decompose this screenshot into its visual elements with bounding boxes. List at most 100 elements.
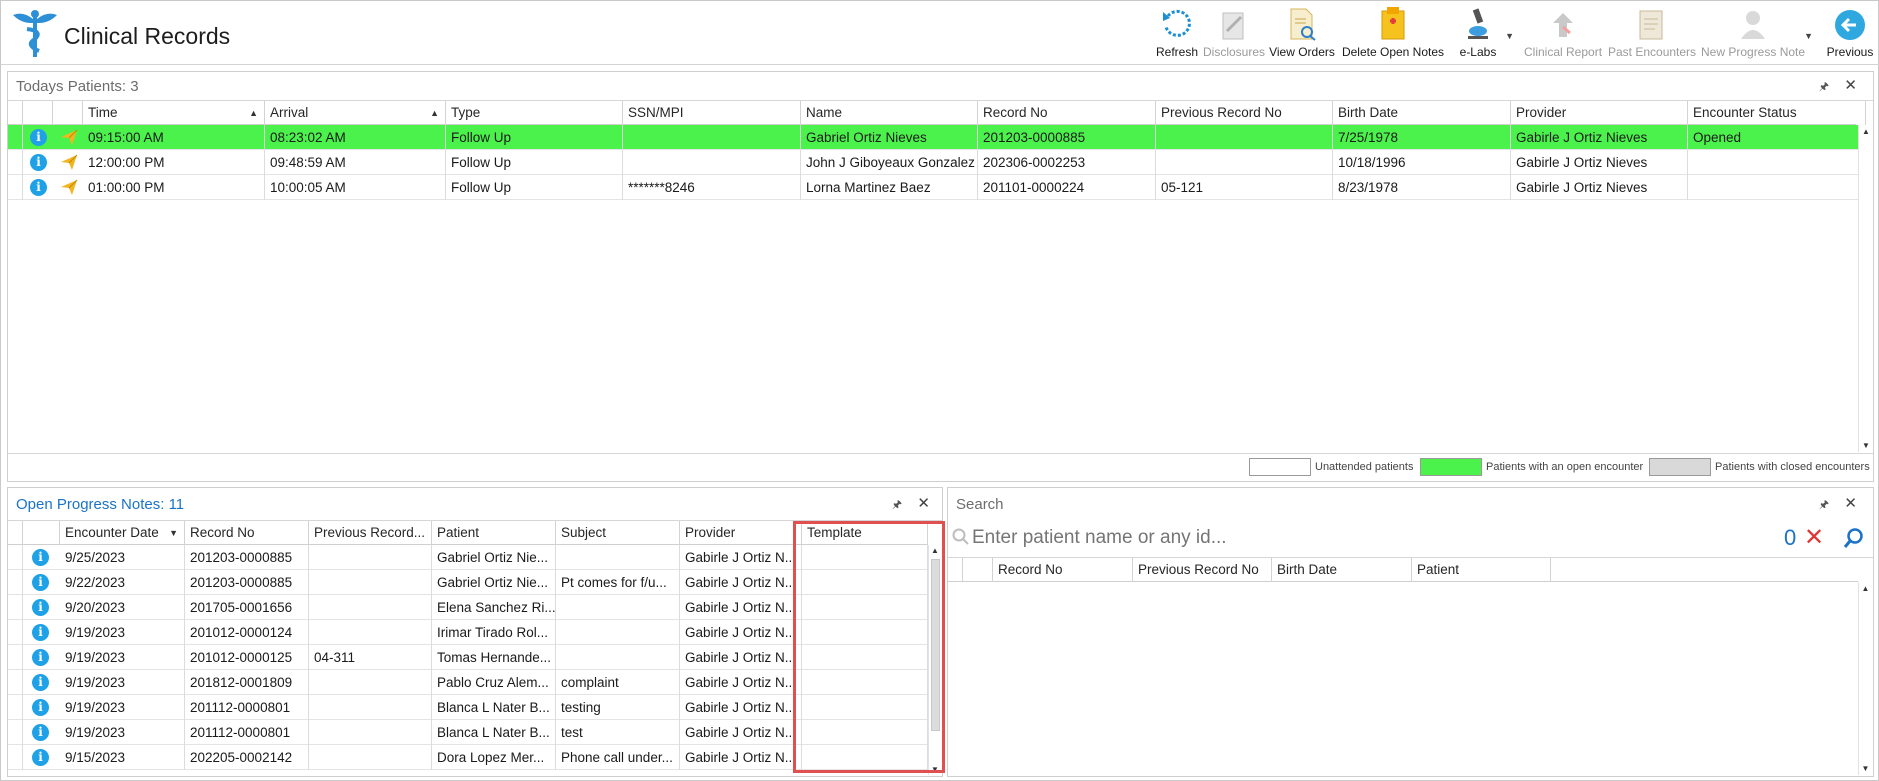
column-header-name[interactable]: Name: [801, 101, 978, 125]
new-progress-note-dropdown-icon[interactable]: ▼: [1804, 31, 1813, 41]
view-orders-button[interactable]: View Orders: [1268, 5, 1336, 61]
column-header-previous-record-no[interactable]: Previous Record No: [1156, 101, 1333, 125]
column-header-subject[interactable]: Subject: [556, 521, 680, 545]
template-column-highlight: [793, 521, 945, 773]
app-title: Clinical Records: [64, 23, 231, 49]
info-icon[interactable]: i: [30, 154, 47, 171]
refresh-button[interactable]: Refresh: [1154, 5, 1200, 61]
column-header-record-no[interactable]: Record No: [185, 521, 309, 545]
column-header-birth-date[interactable]: Birth Date: [1333, 101, 1511, 125]
info-icon[interactable]: i: [30, 129, 47, 146]
column-header-record-no[interactable]: Record No: [993, 558, 1133, 582]
clear-search-icon[interactable]: ✕: [1804, 523, 1824, 552]
info-icon[interactable]: i: [30, 179, 47, 196]
disclosures-icon: [1203, 5, 1263, 41]
view-orders-icon: [1268, 5, 1336, 41]
header-bar: Clinical Records Refresh Disclosures Vie…: [1, 1, 1879, 65]
open-progress-notes-title: Open Progress Notes: 11: [16, 496, 185, 513]
info-icon[interactable]: i: [32, 599, 49, 616]
vertical-scrollbar[interactable]: ▲ ▼: [1858, 582, 1872, 775]
back-arrow-icon: [1824, 5, 1876, 41]
table-row[interactable]: i 9/19/2023 201012-0000125 04-311 Tomas …: [8, 645, 928, 670]
table-row[interactable]: i 9/19/2023 201812-0001809 Pablo Cruz Al…: [8, 670, 928, 695]
scroll-up-icon[interactable]: ▲: [1859, 127, 1873, 136]
search-input[interactable]: [972, 523, 1772, 553]
past-encounters-button[interactable]: Past Encounters: [1608, 5, 1696, 61]
info-icon[interactable]: i: [32, 674, 49, 691]
refresh-icon: [1154, 5, 1200, 41]
sort-descending-icon: ▼: [169, 528, 178, 538]
sort-ascending-icon: ▲: [249, 108, 258, 118]
close-icon[interactable]: ✕: [1844, 494, 1857, 512]
todays-patients-title: Todays Patients: 3: [16, 78, 139, 95]
delete-open-notes-button[interactable]: Delete Open Notes: [1341, 5, 1445, 61]
column-header-provider[interactable]: Provider: [680, 521, 802, 545]
pin-icon[interactable]: 🖈: [1819, 496, 1829, 515]
table-row[interactable]: i 01:00:00 PM 10:00:05 AM Follow Up ****…: [8, 175, 1866, 200]
table-row[interactable]: i 9/25/2023 201203-0000885 Gabriel Ortiz…: [8, 545, 928, 570]
grid-header: Record No Previous Record No Birth Date …: [948, 558, 1858, 582]
column-header-record-no[interactable]: Record No: [978, 101, 1156, 125]
previous-button[interactable]: Previous: [1824, 5, 1876, 61]
column-header-previous-record[interactable]: Previous Record...: [309, 521, 432, 545]
pin-icon[interactable]: 🖈: [1819, 78, 1829, 97]
e-labs-dropdown-icon[interactable]: ▼: [1505, 31, 1514, 41]
info-icon[interactable]: i: [32, 749, 49, 766]
disclosures-label: Disclosures: [1203, 45, 1266, 59]
info-icon[interactable]: i: [32, 699, 49, 716]
search-go-icon[interactable]: [1843, 527, 1865, 552]
column-header-birth-date[interactable]: Birth Date: [1272, 558, 1412, 582]
legend-swatch-closed: [1649, 458, 1711, 476]
past-encounters-icon: [1608, 5, 1694, 41]
info-icon[interactable]: i: [32, 649, 49, 666]
table-row[interactable]: i 9/20/2023 201705-0001656 Elena Sanchez…: [8, 595, 928, 620]
e-labs-button[interactable]: e-Labs ▼: [1456, 5, 1514, 61]
vertical-scrollbar[interactable]: ▲ ▼: [1858, 125, 1873, 452]
new-progress-note-button[interactable]: New Progress Note ▼: [1701, 5, 1813, 61]
grid-header: Encounter Date ▼ Record No Previous Recor…: [8, 521, 928, 545]
view-orders-label: View Orders: [1269, 45, 1335, 59]
column-header-patient[interactable]: Patient: [1412, 558, 1551, 582]
clinical-report-label: Clinical Report: [1524, 45, 1603, 59]
disclosures-button[interactable]: Disclosures: [1203, 5, 1266, 61]
legend-swatch-unattended: [1249, 458, 1311, 476]
table-row[interactable]: i 9/22/2023 201203-0000885 Gabriel Ortiz…: [8, 570, 928, 595]
search-icon: [952, 528, 970, 549]
table-row[interactable]: i 12:00:00 PM 09:48:59 AM Follow Up John…: [8, 150, 1866, 175]
close-icon[interactable]: ✕: [1844, 76, 1857, 94]
legend-bar: Unattended patients Patients with an ope…: [8, 453, 1873, 481]
todays-patients-grid: Time ▲ Arrival ▲ Type SSN/MPI Name Record …: [8, 100, 1873, 452]
column-header-type[interactable]: Type: [446, 101, 623, 125]
info-icon[interactable]: i: [32, 574, 49, 591]
scroll-up-icon[interactable]: ▲: [1859, 584, 1872, 593]
delete-notes-icon: [1341, 5, 1445, 41]
clinical-report-button[interactable]: Clinical Report: [1524, 5, 1602, 61]
scroll-down-icon[interactable]: ▼: [1859, 441, 1873, 450]
previous-label: Previous: [1826, 45, 1874, 59]
info-icon[interactable]: i: [32, 624, 49, 641]
legend-label-closed: Patients with closed encounters: [1715, 461, 1870, 473]
refresh-label: Refresh: [1155, 45, 1199, 59]
column-header-previous-record-no[interactable]: Previous Record No: [1133, 558, 1272, 582]
column-header-provider[interactable]: Provider: [1511, 101, 1688, 125]
column-header-time[interactable]: Time ▲: [83, 101, 265, 125]
column-header-encounter-date[interactable]: Encounter Date ▼: [60, 521, 185, 545]
column-header-encounter-status[interactable]: Encounter Status: [1688, 101, 1866, 125]
todays-patients-count: 3: [130, 78, 139, 95]
table-row[interactable]: i 09:15:00 AM 08:23:02 AM Follow Up Gabr…: [8, 125, 1866, 150]
paper-plane-icon: [60, 153, 78, 174]
scroll-down-icon[interactable]: ▼: [1859, 764, 1872, 773]
info-icon[interactable]: i: [32, 549, 49, 566]
column-header-ssn[interactable]: SSN/MPI: [623, 101, 801, 125]
table-row[interactable]: i 9/15/2023 202205-0002142 Dora Lopez Me…: [8, 745, 928, 770]
column-header-arrival[interactable]: Arrival ▲: [265, 101, 446, 125]
info-icon[interactable]: i: [32, 724, 49, 741]
paper-plane-icon: [60, 178, 78, 199]
column-header-patient[interactable]: Patient: [432, 521, 556, 545]
close-icon[interactable]: ✕: [917, 494, 930, 512]
table-row[interactable]: i 9/19/2023 201112-0000801 Blanca L Nate…: [8, 695, 928, 720]
table-row[interactable]: i 9/19/2023 201112-0000801 Blanca L Nate…: [8, 720, 928, 745]
table-row[interactable]: i 9/19/2023 201012-0000124 Irimar Tirado…: [8, 620, 928, 645]
pin-icon[interactable]: 🖈: [892, 496, 902, 515]
clinical-records-window: Clinical Records Refresh Disclosures Vie…: [0, 0, 1879, 781]
